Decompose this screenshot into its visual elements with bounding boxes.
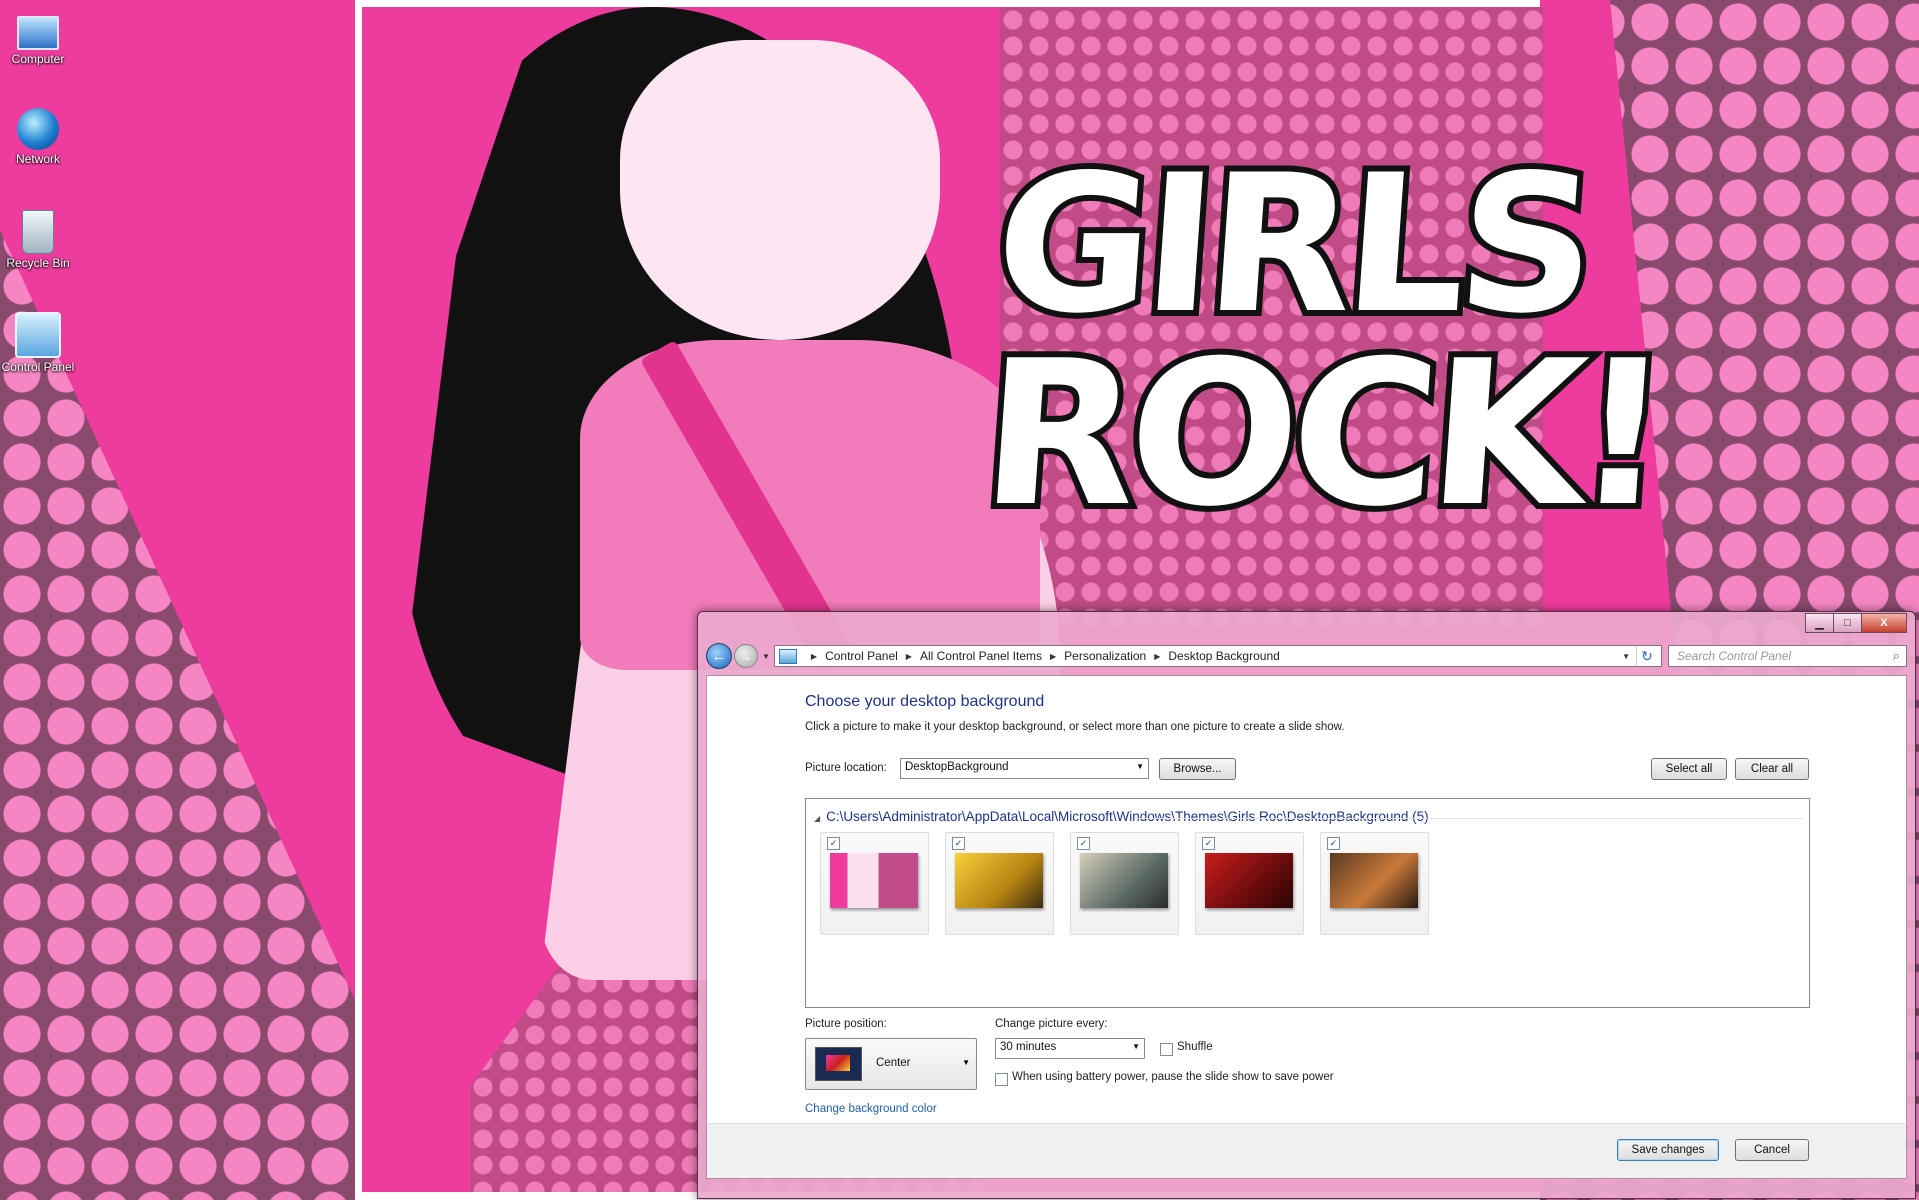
picture-position-label: Picture position:	[805, 1018, 887, 1030]
battery-pause-label[interactable]: When using battery power, pause the slid…	[1012, 1071, 1334, 1083]
control-panel-icon	[15, 312, 61, 358]
search-box: ⌕	[1668, 645, 1907, 667]
forward-button[interactable]: →	[734, 644, 758, 668]
chevron-down-icon: ▼	[1136, 762, 1144, 771]
thumbnail-checkbox[interactable]: ✓	[1327, 837, 1340, 850]
change-every-label: Change picture every:	[995, 1018, 1108, 1030]
back-arrow-icon: ←	[711, 647, 727, 665]
change-background-color-link[interactable]: Change background color	[805, 1103, 937, 1115]
recycle-bin-icon	[22, 210, 54, 254]
thumbnail-image	[830, 853, 918, 908]
chevron-right-icon[interactable]: ▶	[1154, 652, 1160, 661]
thumbnail-item[interactable]: ✓	[820, 832, 929, 935]
wallpaper-girl-face	[620, 40, 940, 340]
chevron-right-icon[interactable]: ▶	[811, 652, 817, 661]
desktop-icon-label: Computer	[11, 52, 65, 66]
desktop-icon-control-panel[interactable]: Control Panel	[0, 312, 76, 374]
thumbnail-item[interactable]: ✓	[1070, 832, 1179, 935]
change-every-select[interactable]: 30 minutes ▼	[995, 1038, 1145, 1059]
thumbnail-checkbox[interactable]: ✓	[952, 837, 965, 850]
recent-pages-dropdown[interactable]: ▼	[762, 652, 770, 661]
refresh-icon[interactable]: ↻	[1636, 646, 1657, 666]
battery-pause-checkbox[interactable]	[995, 1073, 1008, 1086]
position-preview-icon	[815, 1047, 862, 1081]
thumbnail-item[interactable]: ✓	[1195, 832, 1304, 935]
breadcrumb-all-items[interactable]: All Control Panel Items	[920, 649, 1042, 663]
minimize-button[interactable]: ▁	[1805, 613, 1834, 633]
picture-location-select[interactable]: DesktopBackground ▼	[900, 758, 1149, 779]
desktop-icon-recycle-bin[interactable]: Recycle Bin	[0, 210, 76, 270]
thumbnail-checkbox[interactable]: ✓	[827, 837, 840, 850]
cancel-button[interactable]: Cancel	[1735, 1139, 1809, 1161]
picture-gallery: ◢ C:\Users\Administrator\AppData\Local\Mi…	[805, 798, 1810, 1008]
page-title: Choose your desktop background	[805, 693, 1045, 710]
collapse-triangle-icon[interactable]: ◢	[814, 814, 820, 823]
thumbnail-image	[1330, 853, 1418, 908]
address-dropdown-icon[interactable]: ▼	[1622, 652, 1630, 661]
clear-all-button[interactable]: Clear all	[1735, 758, 1809, 780]
chevron-right-icon[interactable]: ▶	[906, 652, 912, 661]
address-bar[interactable]: ▶ Control Panel ▶ All Control Panel Item…	[773, 645, 1662, 667]
breadcrumb-control-panel[interactable]: Control Panel	[825, 649, 898, 663]
search-icon[interactable]: ⌕	[1893, 648, 1900, 664]
close-button[interactable]: X	[1862, 613, 1907, 633]
breadcrumb-desktop-background[interactable]: Desktop Background	[1168, 649, 1279, 663]
group-path: C:\Users\Administrator\AppData\Local\Mic…	[826, 809, 1429, 824]
thumbnail-image	[1080, 853, 1168, 908]
group-divider	[1136, 818, 1803, 819]
wallpaper-title-line: GIRLS	[983, 128, 1601, 361]
chevron-down-icon: ▼	[962, 1058, 970, 1067]
save-changes-button[interactable]: Save changes	[1617, 1139, 1719, 1161]
shuffle-label[interactable]: Shuffle	[1177, 1041, 1213, 1053]
picture-location-value: DesktopBackground	[905, 761, 1009, 773]
picture-position-value: Center	[876, 1057, 911, 1069]
desktop-background-window: ▁ □ X ← → ▼ ▶ Control Panel ▶ All Contro…	[697, 611, 1916, 1199]
window-controls: ▁ □ X	[1805, 613, 1907, 633]
thumbnail-list: ✓ ✓ ✓ ✓ ✓	[820, 832, 1429, 935]
thumbnail-checkbox[interactable]: ✓	[1077, 837, 1090, 850]
desktop-icon-computer[interactable]: Computer	[0, 8, 76, 66]
desktop-icon-network[interactable]: Network	[0, 108, 76, 166]
computer-icon	[17, 16, 59, 50]
thumbnail-image	[955, 853, 1043, 908]
wallpaper-title-text: GIRLS ROCK!	[969, 128, 1674, 557]
chevron-down-icon: ▼	[1132, 1042, 1140, 1051]
desktop-icon-label: Network	[15, 152, 60, 166]
picture-location-label: Picture location:	[805, 762, 887, 774]
back-button[interactable]: ←	[706, 643, 732, 669]
shuffle-checkbox[interactable]	[1160, 1043, 1173, 1056]
change-every-value: 30 minutes	[1000, 1041, 1057, 1053]
forward-arrow-icon: →	[739, 648, 753, 664]
network-icon	[17, 108, 59, 150]
thumbnail-image	[1205, 853, 1293, 908]
control-panel-icon	[778, 648, 797, 664]
thumbnail-item[interactable]: ✓	[945, 832, 1054, 935]
page-description: Click a picture to make it your desktop …	[805, 721, 1345, 733]
search-input[interactable]	[1675, 648, 1893, 664]
desktop-icon-label: Control Panel	[1, 360, 75, 374]
thumbnail-item[interactable]: ✓	[1320, 832, 1429, 935]
picture-position-select[interactable]: Center ▼	[805, 1038, 977, 1090]
thumbnail-checkbox[interactable]: ✓	[1202, 837, 1215, 850]
address-row: ← → ▼ ▶ Control Panel ▶ All Control Pane…	[706, 643, 1907, 669]
button-footer: Save changes Cancel	[706, 1123, 1907, 1179]
maximize-button[interactable]: □	[1834, 613, 1862, 633]
breadcrumb-personalization[interactable]: Personalization	[1064, 649, 1146, 663]
main-content: Choose your desktop background Click a p…	[706, 675, 1907, 1124]
wallpaper-title-line: ROCK!	[969, 312, 1674, 557]
select-all-button[interactable]: Select all	[1651, 758, 1727, 780]
chevron-right-icon[interactable]: ▶	[1050, 652, 1056, 661]
browse-button[interactable]: Browse...	[1159, 758, 1236, 780]
group-header[interactable]: ◢ C:\Users\Administrator\AppData\Local\Mi…	[814, 809, 1429, 824]
desktop-icon-label: Recycle Bin	[6, 256, 70, 270]
